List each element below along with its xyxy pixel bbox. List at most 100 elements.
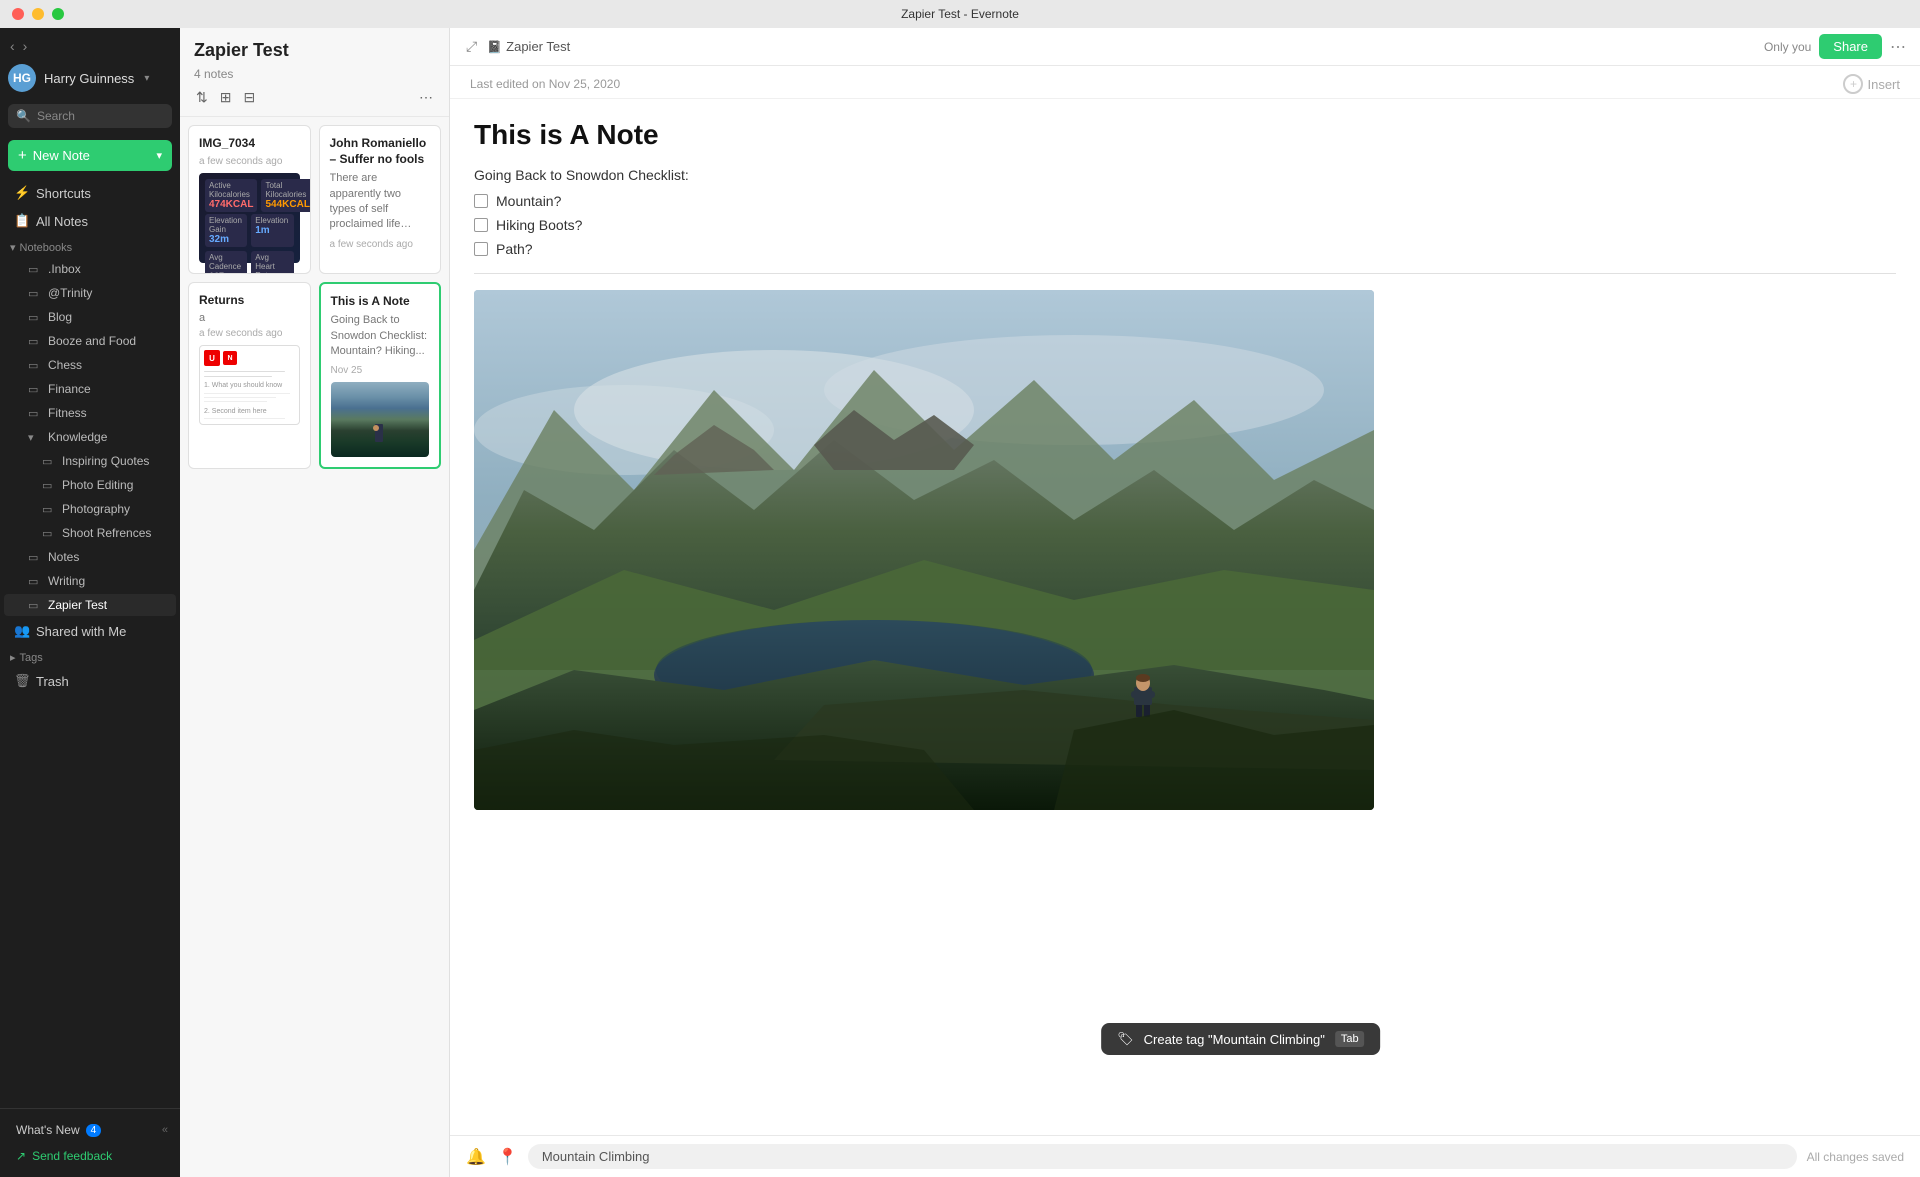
- notebook-icon: ▭: [42, 527, 56, 540]
- editor-divider: [474, 273, 1896, 274]
- more-options-icon[interactable]: ⋯: [417, 87, 435, 108]
- notes-grid: IMG_7034 a few seconds ago Active Kiloca…: [180, 117, 449, 1177]
- back-arrow-icon[interactable]: ‹: [8, 36, 17, 56]
- notebook-stack-icon: ▾: [28, 431, 42, 444]
- checkbox-path[interactable]: [474, 242, 488, 256]
- window-controls: [12, 8, 64, 20]
- note-count: 4 notes: [194, 67, 435, 81]
- editor-bottom-bar: 🔔 📍 Mountain Climbing All changes saved: [450, 1135, 1920, 1177]
- sidebar-item-shoot-references[interactable]: ▭ Shoot Refrences: [4, 522, 176, 544]
- fitness-image: Active Kilocalories 474KCAL Total Kiloca…: [199, 173, 300, 263]
- grid-view-icon[interactable]: ⊟: [241, 87, 257, 108]
- editor-meta: Last edited on Nov 25, 2020 + Insert: [450, 66, 1920, 99]
- notebook-label: Inspiring Quotes: [62, 454, 149, 468]
- insert-icon: +: [1843, 74, 1863, 94]
- note-card-returns[interactable]: Returns a a few seconds ago U N 1. What …: [188, 282, 311, 470]
- tag-tooltip-text: Create tag "Mountain Climbing": [1144, 1032, 1325, 1047]
- sidebar-item-booze-food[interactable]: ▭ Booze and Food: [4, 330, 176, 352]
- location-icon[interactable]: 📍: [498, 1147, 518, 1167]
- sidebar-item-trinity[interactable]: ▭ @Trinity: [4, 282, 176, 304]
- notebooks-header[interactable]: ▾ Notebooks: [0, 235, 180, 257]
- checklist-item-label: Hiking Boots?: [496, 217, 582, 233]
- shared-icon: 👥: [14, 623, 30, 639]
- sidebar-item-photography[interactable]: ▭ Photography: [4, 498, 176, 520]
- checklist-item-0[interactable]: Mountain?: [474, 193, 1896, 209]
- note-title: Returns: [199, 293, 300, 309]
- tags-header[interactable]: ▸ Tags: [0, 645, 180, 667]
- notebook-breadcrumb-icon: 📓: [487, 40, 502, 54]
- breadcrumb: 📓 Zapier Test: [487, 39, 570, 54]
- sidebar-item-photo-editing[interactable]: ▭ Photo Editing: [4, 474, 176, 496]
- sidebar-item-zapier-test[interactable]: ▭ Zapier Test: [4, 594, 176, 616]
- sort-icon[interactable]: ⇅: [194, 87, 210, 108]
- note-card-this-is-a-note[interactable]: This is A Note Going Back to Snowdon Che…: [319, 282, 442, 470]
- note-card-john-romaniello[interactable]: John Romaniello – Suffer no fools There …: [319, 125, 442, 274]
- checkbox-hiking-boots[interactable]: [474, 218, 488, 232]
- note-title-heading: This is A Note: [474, 119, 1896, 151]
- mountain-image-container: [474, 290, 1374, 810]
- notebook-label: Shoot Refrences: [62, 526, 151, 540]
- sidebar-item-finance[interactable]: ▭ Finance: [4, 378, 176, 400]
- filter-icon[interactable]: ⊞: [218, 87, 234, 108]
- search-box[interactable]: 🔍 Search: [8, 104, 172, 128]
- checklist-item-label: Mountain?: [496, 193, 561, 209]
- notebook-label: Knowledge: [48, 430, 107, 444]
- mountain-svg: [474, 290, 1374, 810]
- sidebar-item-shortcuts[interactable]: ⚡ Shortcuts: [4, 180, 176, 206]
- sidebar-item-writing[interactable]: ▭ Writing: [4, 570, 176, 592]
- notebook-label: @Trinity: [48, 286, 92, 300]
- notebook-label: Chess: [48, 358, 82, 372]
- notebook-icon: ▭: [28, 551, 42, 564]
- sidebar-item-notes[interactable]: ▭ Notes: [4, 546, 176, 568]
- close-button[interactable]: [12, 8, 24, 20]
- note-time: a few seconds ago: [330, 239, 431, 250]
- checklist-item-1[interactable]: Hiking Boots?: [474, 217, 1896, 233]
- notebook-icon: ▭: [28, 407, 42, 420]
- notebook-label: Photography: [62, 502, 130, 516]
- sidebar-item-fitness[interactable]: ▭ Fitness: [4, 402, 176, 424]
- last-edited: Last edited on Nov 25, 2020: [470, 77, 620, 91]
- shortcuts-icon: ⚡: [14, 185, 30, 201]
- checkbox-mountain[interactable]: [474, 194, 488, 208]
- note-card-img-7034[interactable]: IMG_7034 a few seconds ago Active Kiloca…: [188, 125, 311, 274]
- sidebar-item-inspiring-quotes[interactable]: ▭ Inspiring Quotes: [4, 450, 176, 472]
- bell-icon[interactable]: 🔔: [466, 1147, 486, 1167]
- expand-icon[interactable]: ⤢: [464, 36, 479, 57]
- notebook-label: Finance: [48, 382, 91, 396]
- saved-status: All changes saved: [1807, 1150, 1904, 1164]
- feedback-icon: ↗: [16, 1149, 26, 1163]
- new-note-button[interactable]: + New Note ▾: [8, 140, 172, 171]
- notebooks-label: Notebooks: [20, 242, 73, 254]
- user-profile[interactable]: HG Harry Guinness ▾: [0, 60, 180, 100]
- send-feedback-button[interactable]: ↗ Send feedback: [8, 1143, 172, 1169]
- avatar: HG: [8, 64, 36, 92]
- checklist-item-label: Path?: [496, 241, 533, 257]
- tag-input[interactable]: Mountain Climbing: [528, 1144, 1797, 1169]
- checklist-heading: Going Back to Snowdon Checklist:: [474, 167, 1896, 183]
- note-preview-a: a: [199, 312, 300, 324]
- insert-button[interactable]: + Insert: [1843, 74, 1900, 94]
- maximize-button[interactable]: [52, 8, 64, 20]
- minimize-button[interactable]: [32, 8, 44, 20]
- more-options-icon[interactable]: ⋯: [1890, 37, 1906, 57]
- share-button[interactable]: Share: [1819, 34, 1882, 59]
- sidebar-item-knowledge[interactable]: ▾ Knowledge: [4, 426, 176, 448]
- search-icon: 🔍: [16, 109, 31, 123]
- notebook-label: Writing: [48, 574, 85, 588]
- whats-new-button[interactable]: What's New 4: [8, 1117, 109, 1143]
- sidebar-item-all-notes[interactable]: 📋 All Notes: [4, 208, 176, 234]
- sidebar-top: ‹ ›: [0, 28, 180, 60]
- checklist-item-2[interactable]: Path?: [474, 241, 1896, 257]
- sidebar-item-trash[interactable]: 🗑 Trash: [4, 668, 176, 694]
- sidebar-item-shared[interactable]: 👥 Shared with Me: [4, 618, 176, 644]
- sidebar-item-chess[interactable]: ▭ Chess: [4, 354, 176, 376]
- sidebar-item-blog[interactable]: ▭ Blog: [4, 306, 176, 328]
- note-time: a few seconds ago: [199, 328, 300, 339]
- mountain-image: [474, 290, 1374, 810]
- tag-icon: 🏷: [1117, 1031, 1134, 1047]
- forward-arrow-icon[interactable]: ›: [21, 36, 30, 56]
- sidebar-item-inbox[interactable]: ▭ .Inbox: [4, 258, 176, 280]
- editor-content[interactable]: This is A Note Going Back to Snowdon Che…: [450, 99, 1920, 1135]
- notebook-icon: ▭: [28, 359, 42, 372]
- sidebar-collapse-button[interactable]: «: [158, 1120, 172, 1140]
